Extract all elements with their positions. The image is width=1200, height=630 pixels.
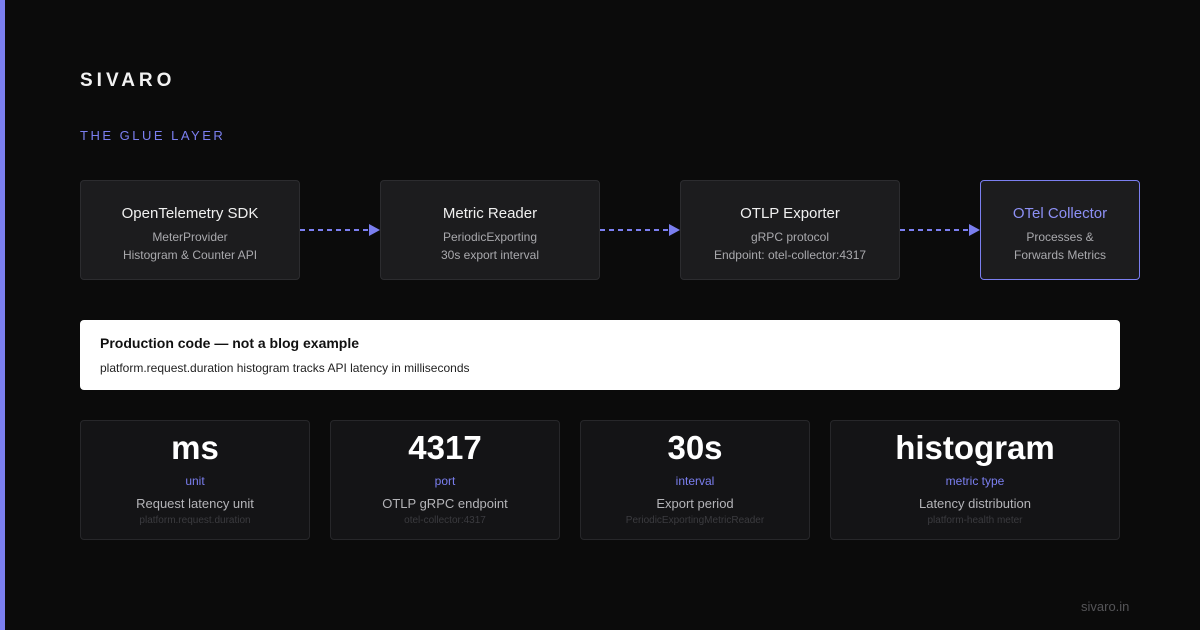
stat-description: OTLP gRPC endpoint — [382, 496, 508, 511]
stat-key: metric type — [945, 474, 1005, 488]
stat-description: Request latency unit — [136, 496, 254, 511]
stat-value: ms — [171, 429, 219, 466]
production-callout: Production code — not a blog example pla… — [80, 320, 1120, 390]
stat-key: interval — [675, 474, 715, 488]
stat-key: port — [434, 474, 456, 488]
footer-url: sivaro.in — [1081, 599, 1130, 614]
arrow-exporter-to-collector — [900, 224, 980, 236]
callout-heading: Production code — not a blog example — [100, 335, 360, 351]
stat-card-interval: 30s interval Export period PeriodicExpor… — [580, 420, 810, 540]
stat-reference: platform-health meter — [927, 515, 1023, 526]
stat-value: 30s — [667, 429, 723, 466]
arrow-sdk-to-reader — [300, 224, 380, 236]
stat-description: Export period — [656, 496, 734, 511]
stat-description: Latency distribution — [918, 496, 1031, 511]
stat-card-port: 4317 port OTLP gRPC endpoint otel-collec… — [330, 420, 560, 540]
callout-text: platform.request.duration histogram trac… — [100, 361, 470, 375]
stat-reference: otel-collector:4317 — [404, 515, 486, 526]
stat-value: histogram — [895, 429, 1055, 466]
stat-reference: platform.request.duration — [139, 515, 251, 526]
stat-value: 4317 — [408, 429, 482, 466]
arrow-reader-to-exporter — [600, 224, 680, 236]
stat-key: unit — [185, 474, 205, 488]
stat-card-metric-type: histogram metric type Latency distributi… — [830, 420, 1120, 540]
stat-card-unit: ms unit Request latency unit platform.re… — [80, 420, 310, 540]
stat-reference: PeriodicExportingMetricReader — [625, 515, 765, 526]
slide: SIVARO THE GLUE LAYER OpenTelemetry SDK … — [0, 0, 1200, 630]
